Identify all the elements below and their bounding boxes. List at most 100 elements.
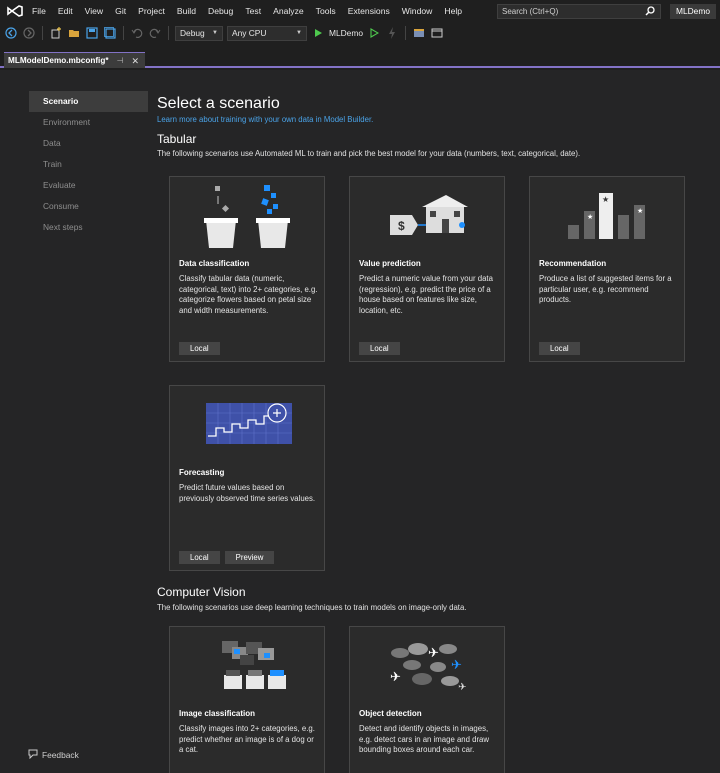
card-title: Forecasting <box>179 468 225 477</box>
svg-text:$: $ <box>398 219 405 233</box>
svg-text:✈: ✈ <box>451 658 462 673</box>
open-icon[interactable] <box>67 26 81 40</box>
run-target-label[interactable]: MLDemo <box>329 28 363 38</box>
menu-tools[interactable]: Tools <box>310 0 342 22</box>
new-item-icon[interactable] <box>49 26 63 40</box>
svg-text:✈: ✈ <box>428 646 439 661</box>
menu-help[interactable]: Help <box>438 0 468 22</box>
scenario-card-object-detection[interactable]: ✈ ✈ ✈ ✈ Object detection Detect and iden… <box>349 626 505 773</box>
card-description: Classify images into 2+ categories, e.g.… <box>179 724 315 754</box>
scenario-card-forecasting[interactable]: Forecasting Predict future values based … <box>169 385 325 571</box>
svg-text:✈: ✈ <box>458 682 466 693</box>
menu-bar: File Edit View Git Project Build Debug T… <box>0 0 720 22</box>
search-input[interactable]: Search (Ctrl+Q) <box>497 4 661 19</box>
chevron-down-icon: ▼ <box>212 29 218 36</box>
scenario-card-value-prediction[interactable]: $ Value prediction Predict a numeric val… <box>349 176 505 362</box>
data-classification-illustration <box>204 185 290 248</box>
configuration-select[interactable]: Debug ▼ <box>175 25 223 41</box>
pin-icon[interactable]: ⊣ <box>117 54 124 68</box>
feedback-icon <box>28 749 38 761</box>
platform-value: Any CPU <box>232 27 267 38</box>
menu-project[interactable]: Project <box>132 0 171 22</box>
svg-text:✈: ✈ <box>390 670 401 685</box>
card-description: Predict a numeric value from your data (… <box>359 274 493 315</box>
toolbar-separator <box>168 26 169 40</box>
menu-git[interactable]: Git <box>109 0 132 22</box>
object-detection-illustration: ✈ ✈ ✈ ✈ <box>390 643 466 693</box>
toolbar-separator <box>123 26 124 40</box>
document-tab-strip: MLModelDemo.mbconfig* ⊣ ✕ <box>0 49 720 68</box>
model-builder-content: Scenario Environment Data Train Evaluate… <box>0 70 720 773</box>
card-title: Value prediction <box>359 259 421 268</box>
toolbar-separator <box>404 26 406 40</box>
feedback-label: Feedback <box>42 750 79 760</box>
card-description: Classify tabular data (numeric, categori… <box>179 274 318 315</box>
back-icon[interactable] <box>4 26 18 40</box>
card-title: Data classification <box>179 259 250 268</box>
platform-select[interactable]: Any CPU ▼ <box>227 25 307 41</box>
project-name-badge[interactable]: MLDemo <box>670 4 716 19</box>
sidebar-item-scenario[interactable]: Scenario <box>29 91 148 112</box>
scenario-card-image-classification[interactable]: Image classification Classify images int… <box>169 626 325 773</box>
chevron-down-icon: ▼ <box>296 29 302 36</box>
image-classification-illustration <box>222 641 286 689</box>
sidebar-item-environment[interactable]: Environment <box>29 112 148 133</box>
feedback-link[interactable]: Feedback <box>28 749 79 761</box>
vs-logo[interactable] <box>4 0 26 22</box>
toolbar: Debug ▼ Any CPU ▼ MLDemo <box>0 22 720 44</box>
document-tab[interactable]: MLModelDemo.mbconfig* ⊣ ✕ <box>4 52 146 68</box>
configuration-value: Debug <box>180 27 205 38</box>
sidebar-item-evaluate[interactable]: Evaluate <box>29 175 148 196</box>
menu-window[interactable]: Window <box>396 0 439 22</box>
learn-more-link[interactable]: Learn more about training with your own … <box>157 115 580 124</box>
play-outline-icon[interactable] <box>367 26 381 40</box>
play-icon[interactable] <box>311 26 325 40</box>
card-title: Image classification <box>179 709 256 718</box>
menu-view[interactable]: View <box>79 0 109 22</box>
svg-text:★: ★ <box>602 195 609 204</box>
menu-edit[interactable]: Edit <box>52 0 79 22</box>
forward-icon[interactable] <box>22 26 36 40</box>
window-layout-icon[interactable] <box>430 26 444 40</box>
forecasting-illustration <box>206 403 292 444</box>
card-title: Object detection <box>359 709 422 718</box>
card-title: Recommendation <box>539 259 607 268</box>
scenario-card-data-classification[interactable]: Data classification Classify tabular dat… <box>169 176 325 362</box>
card-description: Predict future values based on previousl… <box>179 483 316 503</box>
card-description: Detect and identify objects in images, e… <box>359 724 490 754</box>
save-all-icon[interactable] <box>103 26 117 40</box>
menu-build[interactable]: Build <box>171 0 202 22</box>
menu-debug[interactable]: Debug <box>202 0 239 22</box>
step-sidebar: Scenario Environment Data Train Evaluate… <box>29 91 148 238</box>
menu-analyze[interactable]: Analyze <box>267 0 310 22</box>
sidebar-item-consume[interactable]: Consume <box>29 196 148 217</box>
scenario-card-recommendation[interactable]: ★ ★ ★ Recommendation Produce a list of s… <box>529 176 685 362</box>
preview-badge: Preview <box>224 551 275 564</box>
local-badge: Local <box>179 551 220 564</box>
tabular-description: The following scenarios use Automated ML… <box>157 149 581 158</box>
menu-extensions[interactable]: Extensions <box>342 0 396 22</box>
close-icon[interactable]: ✕ <box>132 54 140 68</box>
hot-reload-icon[interactable] <box>385 26 399 40</box>
sidebar-item-data[interactable]: Data <box>29 133 148 154</box>
computer-vision-heading: Computer Vision <box>157 585 246 599</box>
undo-icon[interactable] <box>130 26 144 40</box>
menu-file[interactable]: File <box>26 0 52 22</box>
local-badge: Local <box>359 342 400 355</box>
sidebar-item-train[interactable]: Train <box>29 154 148 175</box>
svg-text:★: ★ <box>637 207 643 215</box>
redo-icon[interactable] <box>148 26 162 40</box>
page-title: Select a scenario <box>157 95 280 112</box>
search-placeholder: Search (Ctrl+Q) <box>502 7 559 16</box>
menu-test[interactable]: Test <box>239 0 267 22</box>
value-prediction-illustration: $ <box>390 195 468 235</box>
search-icon <box>645 6 655 20</box>
save-icon[interactable] <box>85 26 99 40</box>
local-badge: Local <box>179 342 220 355</box>
recommendation-illustration: ★ ★ ★ <box>568 193 645 239</box>
tabular-heading: Tabular <box>157 132 197 146</box>
sidebar-item-next-steps[interactable]: Next steps <box>29 217 148 238</box>
toolbar-separator <box>42 26 43 40</box>
browser-icon[interactable] <box>412 26 426 40</box>
scenario-main: Select a scenario Learn more about train… <box>157 95 580 158</box>
